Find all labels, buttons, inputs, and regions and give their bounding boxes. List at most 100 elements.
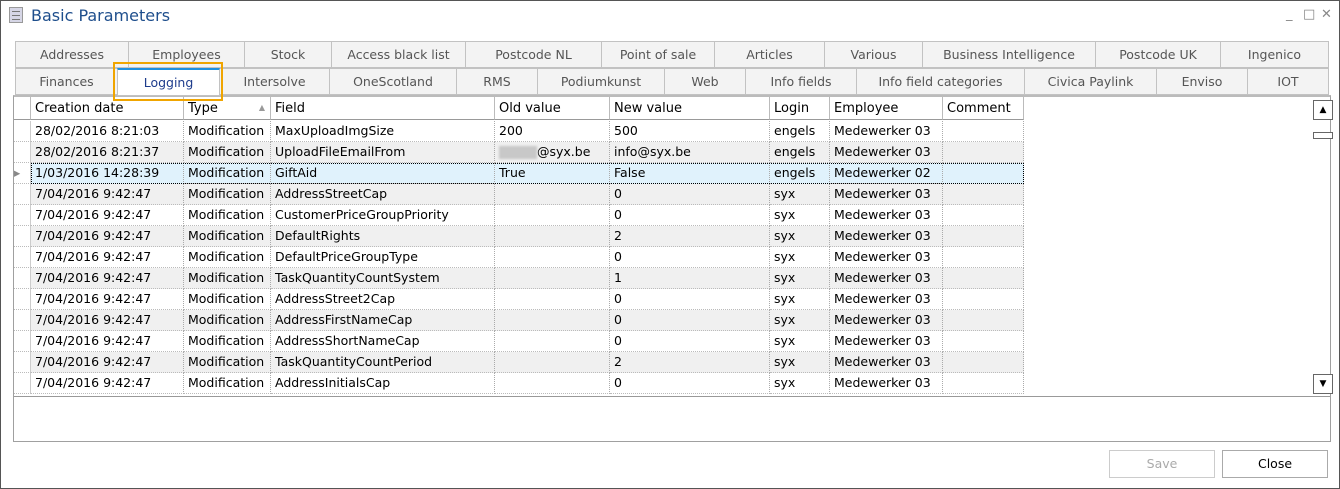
window-title: Basic Parameters (31, 6, 171, 25)
cell-text: Modification (188, 270, 265, 285)
tab-postcode-nl[interactable]: Postcode NL (465, 41, 602, 68)
cell-text: 7/04/2016 9:42:47 (35, 354, 152, 369)
tab-enviso[interactable]: Enviso (1156, 68, 1248, 95)
tab-intersolve[interactable]: Intersolve (219, 68, 330, 95)
column-header-label: Comment (947, 101, 1011, 116)
close-window-button[interactable]: ✕ (1321, 7, 1332, 22)
tab-various[interactable]: Various (824, 41, 923, 68)
cell-text: 7/04/2016 9:42:47 (35, 249, 152, 264)
tab-finances[interactable]: Finances (15, 68, 118, 95)
tab-stock[interactable]: Stock (244, 41, 332, 68)
cell-creation-date: 7/04/2016 9:42:47 (31, 352, 184, 373)
cell-field: DefaultPriceGroupType (271, 247, 495, 268)
column-header-employee[interactable]: Employee (830, 97, 943, 120)
tab-postcode-uk[interactable]: Postcode UK (1095, 41, 1221, 68)
tab-info-field-categories[interactable]: Info field categories (856, 68, 1025, 95)
tab-addresses[interactable]: Addresses (15, 41, 129, 68)
cell-new-value: info@syx.be (610, 142, 770, 163)
cell-text: syx (774, 291, 796, 306)
cell-text: Modification (188, 249, 265, 264)
cell-comment (943, 310, 1024, 331)
column-header-comment[interactable]: Comment (943, 97, 1024, 120)
cell-creation-date: 28/02/2016 8:21:37 (31, 142, 184, 163)
cell-text: syx (774, 354, 796, 369)
maximize-button[interactable]: □ (1303, 7, 1315, 22)
tab-civica-paylink[interactable]: Civica Paylink (1024, 68, 1157, 95)
cell-text: TaskQuantityCountSystem (275, 270, 440, 285)
tab-rms[interactable]: RMS (456, 68, 538, 95)
tab-point-of-sale[interactable]: Point of sale (601, 41, 715, 68)
cell-type: Modification (184, 268, 271, 289)
cell-login: syx (770, 205, 830, 226)
scrollbar-thumb[interactable] (1313, 132, 1333, 139)
tab-ingenico[interactable]: Ingenico (1220, 41, 1329, 68)
column-header-old-value[interactable]: Old value (495, 97, 610, 120)
cell-text: Modification (188, 312, 265, 327)
cell-field: AddressFirstNameCap (271, 310, 495, 331)
cell-login: syx (770, 331, 830, 352)
cell-type: Modification (184, 289, 271, 310)
cell-text: 7/04/2016 9:42:47 (35, 270, 152, 285)
cell-text: Medewerker 03 (834, 333, 931, 348)
scroll-up-icon[interactable]: ▲ (1313, 100, 1333, 120)
cell-text: 7/04/2016 9:42:47 (35, 312, 152, 327)
cell-field: CustomerPriceGroupPriority (271, 205, 495, 226)
cell-text: syx (774, 186, 796, 201)
cell-text: AddressStreetCap (275, 186, 388, 201)
cell-text: 7/04/2016 9:42:47 (35, 333, 152, 348)
cell-text: 0 (614, 333, 622, 348)
cell-text: Medewerker 03 (834, 228, 931, 243)
cell-type: Modification (184, 121, 271, 142)
cell-text: syx (774, 312, 796, 327)
app-icon (9, 7, 23, 23)
cell-creation-date: 7/04/2016 9:42:47 (31, 247, 184, 268)
cell-text: 200 (499, 123, 523, 138)
scroll-down-icon[interactable]: ▼ (1313, 374, 1333, 394)
cell-text: Medewerker 03 (834, 207, 931, 222)
tab-info-fields[interactable]: Info fields (745, 68, 857, 95)
row-indicator[interactable]: ▸ (14, 163, 31, 184)
tab-articles[interactable]: Articles (714, 41, 825, 68)
tab-access-black-list[interactable]: Access black list (331, 41, 466, 68)
cell-employee: Medewerker 03 (830, 373, 943, 394)
cell-creation-date: 7/04/2016 9:42:47 (31, 205, 184, 226)
cell-text: Medewerker 03 (834, 249, 931, 264)
active-tab-highlight (113, 62, 223, 101)
column-header-login[interactable]: Login (770, 97, 830, 120)
cell-text: 7/04/2016 9:42:47 (35, 291, 152, 306)
cell-text: 500 (614, 123, 638, 138)
cell-old-value (495, 352, 610, 373)
tab-podiumkunst[interactable]: Podiumkunst (537, 68, 665, 95)
cell-field: DefaultRights (271, 226, 495, 247)
save-button[interactable]: Save (1109, 450, 1215, 478)
logging-grid[interactable]: Creation date Type ▲ Field Old value New valu… (13, 95, 1333, 442)
column-header-new-value[interactable]: New value (610, 97, 770, 120)
cell-employee: Medewerker 03 (830, 352, 943, 373)
cell-creation-date: 7/04/2016 9:42:47 (31, 331, 184, 352)
cell-text: 7/04/2016 9:42:47 (35, 375, 152, 390)
cell-type: Modification (184, 226, 271, 247)
cell-field: UploadFileEmailFrom (271, 142, 495, 163)
cell-text: 28/02/2016 8:21:37 (35, 144, 160, 159)
table-row[interactable] (31, 163, 1024, 184)
grid-divider (14, 396, 1330, 397)
tab-web[interactable]: Web (664, 68, 746, 95)
minimize-button[interactable]: _ (1286, 7, 1293, 22)
cell-new-value: 0 (610, 331, 770, 352)
cell-text: syx (774, 207, 796, 222)
column-header-field[interactable]: Field (271, 97, 495, 120)
cell-comment (943, 247, 1024, 268)
cell-type: Modification (184, 247, 271, 268)
cell-text: Modification (188, 144, 265, 159)
column-header-label: Employee (834, 101, 899, 116)
cell-comment (943, 373, 1024, 394)
cell-text: Medewerker 03 (834, 144, 931, 159)
close-button[interactable]: Close (1222, 450, 1328, 478)
tab-business-intelligence[interactable]: Business Intelligence (922, 41, 1096, 68)
cell-type: Modification (184, 331, 271, 352)
tab-onescotland[interactable]: OneScotland (329, 68, 457, 95)
cell-text: 0 (614, 375, 622, 390)
cell-comment (943, 184, 1024, 205)
tab-iot[interactable]: IOT (1247, 68, 1329, 95)
cell-old-value (495, 331, 610, 352)
